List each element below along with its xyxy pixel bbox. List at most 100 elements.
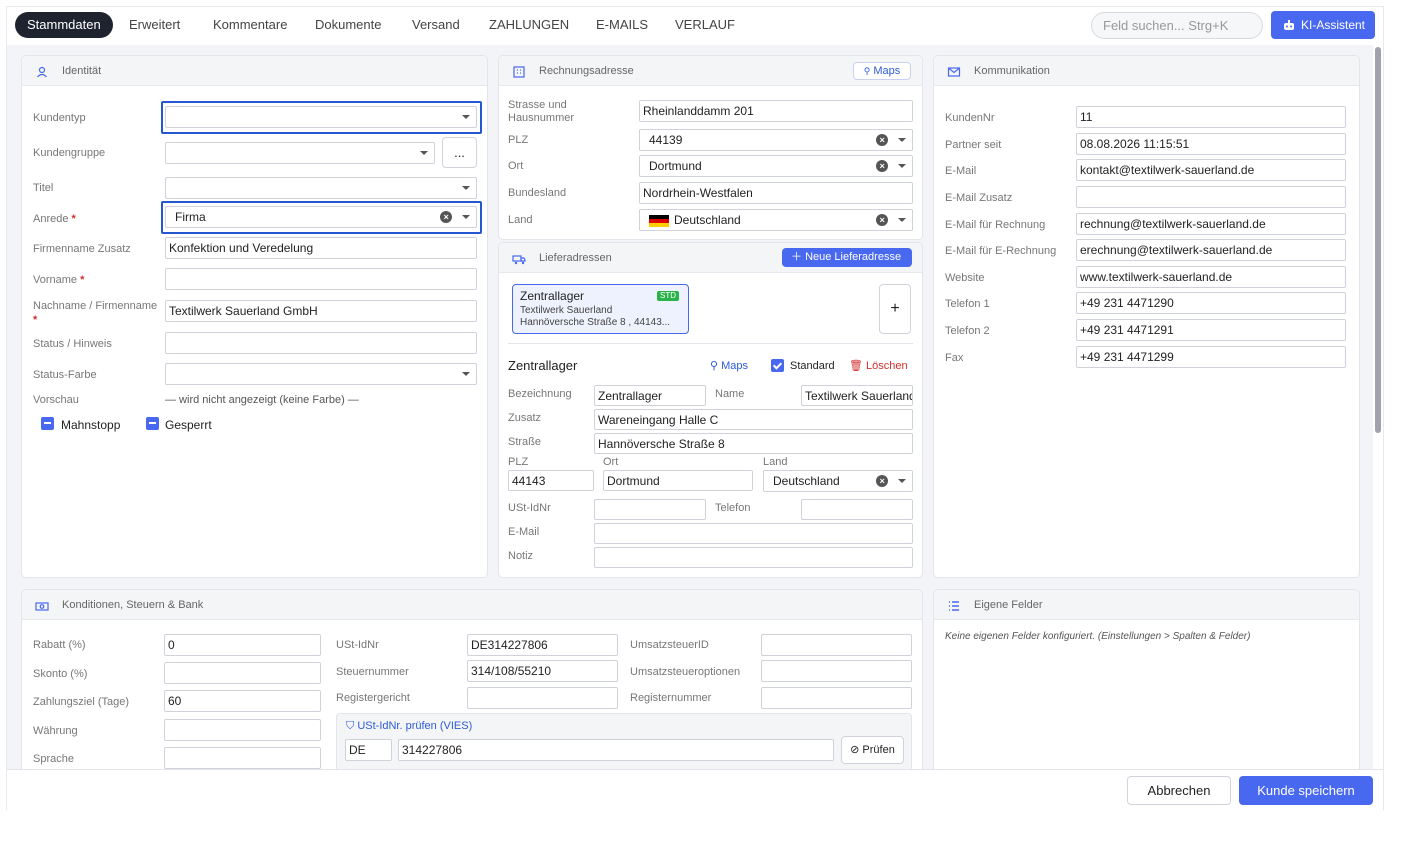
tab-verlauf[interactable]: VERLAUF [675, 12, 735, 38]
name-input[interactable]: Textilwerk Sauerland [801, 385, 913, 406]
delivery-maps-link[interactable]: ⚲ Maps [710, 359, 748, 372]
vertical-scrollbar[interactable] [1375, 47, 1381, 433]
skonto-input[interactable] [164, 662, 321, 684]
delete-delivery-button[interactable]: 🗑 Löschen [849, 359, 908, 372]
ustid-label: USt-IdNr [336, 639, 379, 651]
plz-input[interactable]: 44143 [508, 470, 594, 491]
fax-input[interactable]: +49 231 4471299 [1076, 346, 1346, 368]
email-input[interactable] [594, 523, 913, 544]
anrede-select[interactable]: Firma × [165, 206, 477, 228]
ki-assistant-button[interactable]: KI-Assistent [1271, 11, 1375, 39]
tab-stammdaten[interactable]: Stammdaten [15, 12, 113, 38]
custom-fields-empty-text: Keine eigenen Felder konfiguriert. (Eins… [945, 631, 1251, 642]
ort-select[interactable]: Dortmund × [639, 155, 913, 177]
status-input[interactable] [165, 332, 477, 354]
billing-header: Rechnungsadresse ⚲ Maps [499, 56, 922, 86]
website-label: Website [945, 272, 985, 284]
email-rechnung-input[interactable]: rechnung@textilwerk-sauerland.de [1076, 213, 1346, 235]
tab-zahlungen[interactable]: ZAHLUNGEN [489, 12, 569, 38]
registernummer-input[interactable] [761, 687, 912, 709]
email-zusatz-input[interactable] [1076, 186, 1346, 208]
firmenzusatz-input[interactable]: Konfektion und Veredelung [165, 237, 477, 259]
clear-icon[interactable]: × [876, 475, 888, 487]
clear-icon[interactable]: × [876, 134, 888, 146]
save-customer-button[interactable]: Kunde speichern [1239, 776, 1373, 805]
zusatz-input[interactable]: Wareneingang Halle C [594, 409, 913, 430]
website-input[interactable]: www.textilwerk-sauerland.de [1076, 266, 1346, 288]
plus-icon: ＋ [791, 251, 802, 263]
tab-versand[interactable]: Versand [412, 12, 460, 38]
identity-card: Identität Kundentyp Kundengruppe ... Tit… [21, 55, 488, 578]
vorname-input[interactable] [165, 268, 477, 290]
new-delivery-address-button[interactable]: ＋ Neue Lieferadresse [782, 248, 912, 267]
sprache-input[interactable] [164, 747, 321, 769]
strasse-input[interactable]: Hannöversche Straße 8 [594, 433, 913, 454]
telefon1-input[interactable]: +49 231 4471290 [1076, 292, 1346, 314]
strasse-input[interactable]: Rheinlanddamm 201 [639, 100, 913, 122]
titel-label: Titel [33, 182, 54, 194]
partner-seit-label: Partner seit [945, 139, 1002, 151]
add-delivery-button[interactable]: + [879, 284, 911, 334]
rabatt-input[interactable]: 0 [164, 634, 321, 656]
tab-dokumente[interactable]: Dokumente [315, 12, 381, 38]
map-pin-icon: ⚲ [710, 360, 719, 372]
plz-select[interactable]: 44139 × [639, 129, 913, 151]
kundentyp-select[interactable] [165, 106, 477, 128]
kundengruppe-select[interactable] [165, 142, 435, 164]
ort-input[interactable]: Dortmund [603, 470, 753, 491]
check-circle-icon: ⊘ [850, 744, 860, 756]
partner-seit-input[interactable]: 08.08.2026 11:15:51 [1076, 133, 1346, 155]
kundengruppe-more-button[interactable]: ... [442, 137, 477, 168]
bundesland-input[interactable]: Nordrhein-Westfalen [639, 182, 913, 204]
clear-icon[interactable]: × [876, 160, 888, 172]
nachname-input[interactable]: Textilwerk Sauerland GmbH [165, 300, 477, 322]
ust-input[interactable] [594, 499, 706, 520]
gesperrt-checkbox[interactable] [146, 417, 159, 430]
tab-kommentare[interactable]: Kommentare [213, 12, 287, 38]
vies-check-button[interactable]: ⊘ Prüfen [841, 736, 904, 764]
ustid-input[interactable]: DE314227806 [467, 634, 618, 656]
clear-icon[interactable]: × [440, 211, 452, 223]
chevron-down-icon [462, 115, 470, 119]
bezeichnung-input[interactable]: Zentrallager [594, 385, 706, 406]
kundennr-input[interactable]: 11 [1076, 106, 1346, 128]
registergericht-label: Registergericht [336, 692, 410, 704]
field-search-input[interactable]: Feld suchen... Strg+K [1091, 12, 1263, 39]
telefon2-input[interactable]: +49 231 4471291 [1076, 319, 1346, 341]
tab-erweitert[interactable]: Erweitert [129, 12, 180, 38]
land-select[interactable]: Deutschland × [639, 209, 913, 231]
email-erechnung-input[interactable]: erechnung@textilwerk-sauerland.de [1076, 239, 1346, 261]
umsatzsteuerid-input[interactable] [761, 634, 912, 656]
money-icon [35, 602, 49, 611]
email-label: E-Mail [508, 526, 540, 538]
chip-line2: Hannöversche Straße 8 , 44143... [520, 317, 671, 328]
chevron-down-icon [462, 186, 470, 190]
telefon2-label: Telefon 2 [945, 325, 990, 337]
cancel-button[interactable]: Abbrechen [1127, 776, 1231, 805]
email-input[interactable]: kontakt@textilwerk-sauerland.de [1076, 159, 1346, 181]
mahnstopp-label: Mahnstopp [61, 418, 121, 432]
mahnstopp-checkbox[interactable] [41, 417, 54, 430]
statusfarbe-select[interactable] [165, 363, 477, 385]
notiz-input[interactable] [594, 547, 913, 568]
bezeichnung-label: Bezeichnung [508, 388, 572, 400]
umsatzsteueroptionen-input[interactable] [761, 660, 912, 682]
registergericht-input[interactable] [467, 687, 618, 709]
billing-maps-button[interactable]: ⚲ Maps [853, 62, 911, 80]
ort-label: Ort [603, 456, 619, 468]
titel-select[interactable] [165, 177, 477, 199]
clear-icon[interactable]: × [876, 214, 888, 226]
vies-country-input[interactable]: DE [345, 739, 392, 761]
delivery-address-chip[interactable]: Zentrallager STD Textilwerk Sauerland Ha… [512, 284, 689, 334]
vies-number-input[interactable]: 314227806 [398, 739, 834, 761]
standard-checkbox[interactable] [771, 359, 784, 372]
plz-label: PLZ [508, 134, 529, 146]
tab-emails[interactable]: E-MAILS [596, 12, 648, 38]
firmenzusatz-label: Firmenname Zusatz [33, 243, 131, 255]
land-select[interactable]: Deutschland × [763, 470, 913, 492]
chevron-down-icon [898, 138, 906, 142]
steuernr-input[interactable]: 314/108/55210 [467, 660, 618, 682]
telefon-input[interactable] [801, 499, 913, 520]
waehrung-input[interactable] [164, 719, 321, 741]
zahlungsziel-input[interactable]: 60 [164, 690, 321, 712]
